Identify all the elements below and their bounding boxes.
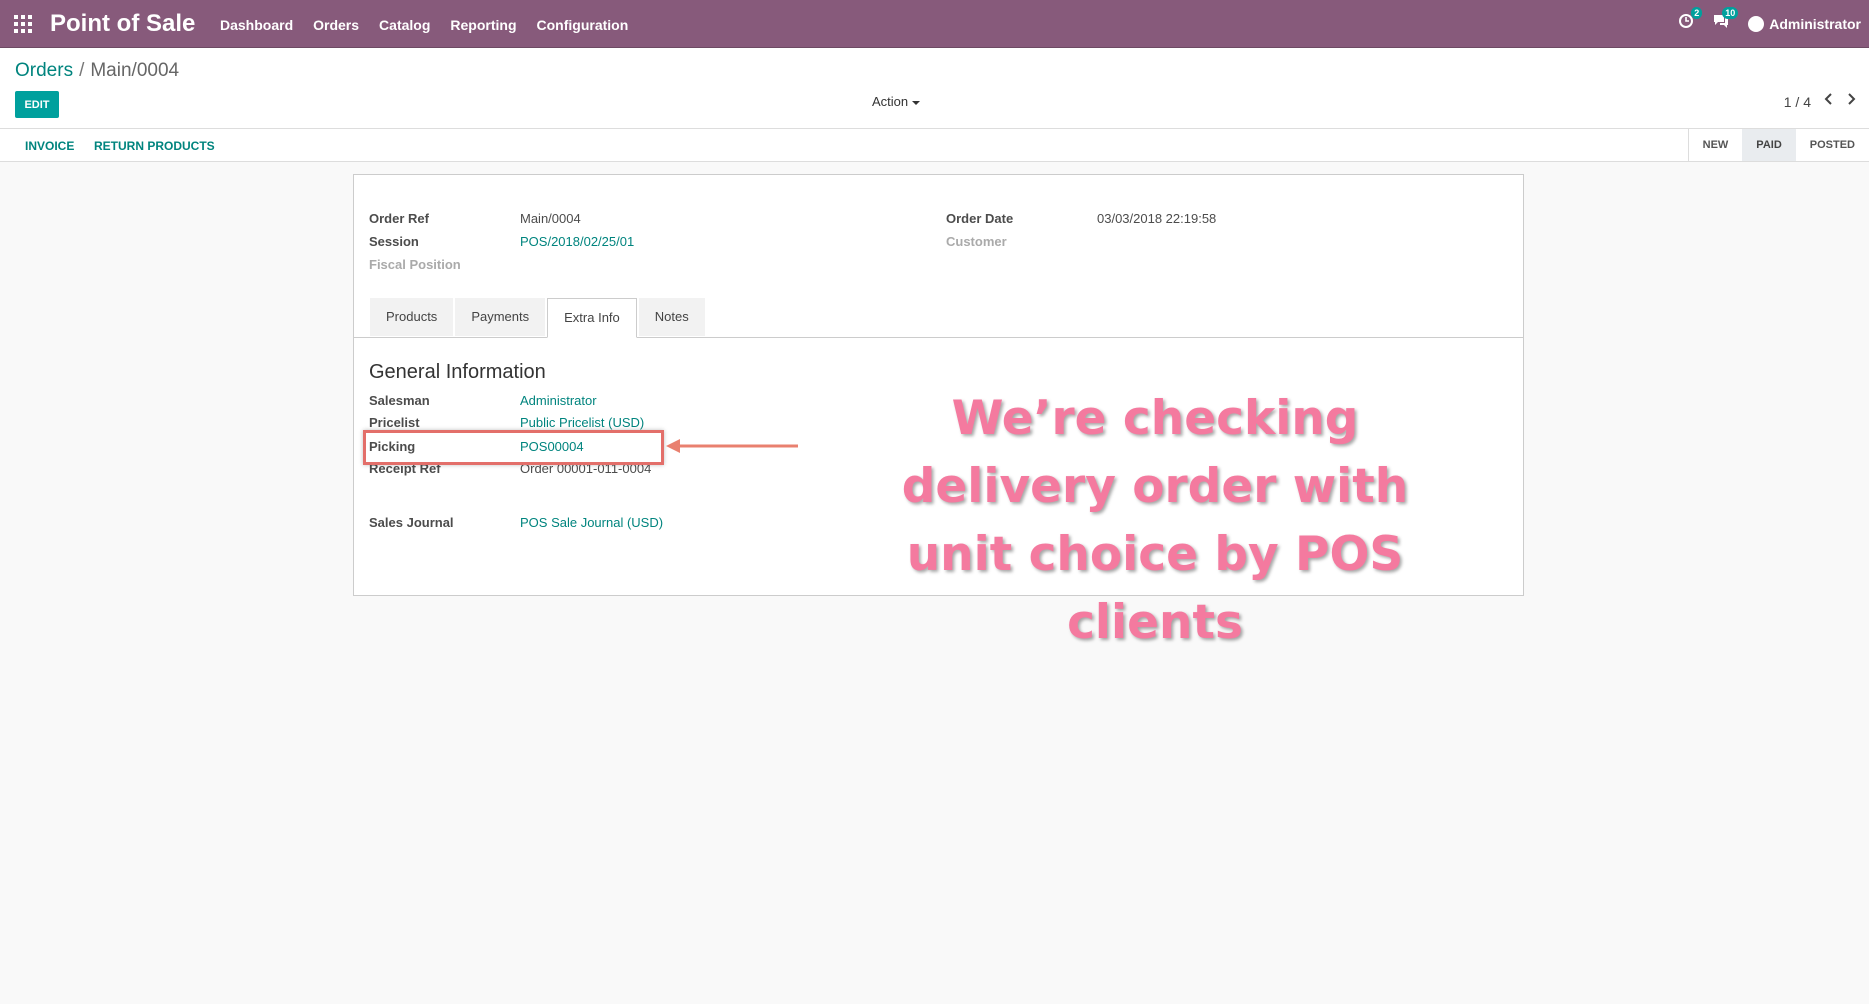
- apps-grid-icon[interactable]: [14, 15, 32, 33]
- menu-reporting[interactable]: Reporting: [450, 17, 516, 33]
- action-label: Action: [872, 94, 909, 109]
- annotation-arrow-icon: [666, 439, 798, 453]
- session-link[interactable]: POS/2018/02/25/01: [520, 234, 634, 249]
- tab-products[interactable]: Products: [370, 298, 454, 336]
- action-dropdown[interactable]: Action: [872, 94, 921, 109]
- breadcrumb-separator: /: [79, 60, 85, 81]
- order-date-value: 03/03/2018 22:19:58: [1097, 211, 1217, 226]
- activity-count-badge: 2: [1691, 7, 1703, 19]
- stage-new[interactable]: NEW: [1689, 129, 1743, 161]
- stage-paid[interactable]: PAID: [1742, 129, 1796, 161]
- picking-highlight-box: [363, 430, 664, 465]
- control-panel: Orders / Main/0004 EDIT Action 1 / 4: [0, 48, 1869, 128]
- notebook-tabs: Products Payments Extra Info Notes: [370, 298, 707, 338]
- user-menu[interactable]: Administrator: [1748, 15, 1861, 32]
- pager-next-icon[interactable]: [1847, 92, 1857, 107]
- menu-orders[interactable]: Orders: [313, 17, 359, 33]
- pager-previous-icon[interactable]: [1823, 92, 1833, 107]
- stage-posted[interactable]: POSTED: [1796, 129, 1869, 161]
- pricelist-label: Pricelist: [369, 415, 420, 430]
- avatar: [1748, 15, 1765, 32]
- messages-chat-icon[interactable]: 10: [1712, 7, 1739, 34]
- menu-catalog[interactable]: Catalog: [379, 17, 430, 33]
- navbar-systray: 2 10 Administrator: [1678, 7, 1861, 34]
- messages-count-badge: 10: [1722, 7, 1739, 19]
- top-navbar: Point of Sale Dashboard Orders Catalog R…: [0, 0, 1869, 48]
- order-date-label: Order Date: [946, 211, 1014, 226]
- order-ref-label: Order Ref: [369, 211, 429, 226]
- salesman-label: Salesman: [369, 393, 430, 408]
- return-products-button[interactable]: RETURN PRODUCTS: [94, 139, 215, 153]
- caret-down-icon: [912, 100, 921, 105]
- annotation-text: We’re checking delivery order with unit …: [901, 391, 1409, 650]
- stage-pipeline: NEW PAID POSTED: [1687, 129, 1869, 161]
- app-title: Point of Sale: [50, 10, 196, 37]
- fiscal-position-label: Fiscal Position: [369, 257, 461, 272]
- menu-configuration[interactable]: Configuration: [537, 17, 629, 33]
- edit-button[interactable]: EDIT: [15, 91, 59, 118]
- invoice-button[interactable]: INVOICE: [25, 139, 74, 153]
- pager-value[interactable]: 1 / 4: [1784, 94, 1811, 110]
- menu-dashboard[interactable]: Dashboard: [220, 17, 293, 33]
- section-title: General Information: [369, 361, 546, 383]
- user-name: Administrator: [1769, 15, 1861, 32]
- main-menu: Dashboard Orders Catalog Reporting Confi…: [220, 17, 648, 33]
- salesman-link[interactable]: Administrator: [520, 393, 597, 408]
- customer-label: Customer: [946, 234, 1007, 249]
- status-bar: INVOICE RETURN PRODUCTS NEW PAID POSTED: [0, 128, 1869, 162]
- order-ref-value: Main/0004: [520, 211, 581, 226]
- sales-journal-label: Sales Journal: [369, 515, 454, 530]
- sales-journal-link[interactable]: POS Sale Journal (USD): [520, 515, 663, 530]
- tab-extra-info[interactable]: Extra Info: [547, 298, 637, 338]
- breadcrumb-orders[interactable]: Orders: [15, 60, 73, 81]
- tab-payments[interactable]: Payments: [455, 298, 546, 336]
- breadcrumb-current: Main/0004: [90, 60, 180, 81]
- activity-clock-icon[interactable]: 2: [1678, 7, 1703, 34]
- pricelist-link[interactable]: Public Pricelist (USD): [520, 415, 644, 430]
- breadcrumb: Orders / Main/0004: [15, 60, 179, 82]
- tab-notes[interactable]: Notes: [638, 298, 705, 336]
- session-label: Session: [369, 234, 419, 249]
